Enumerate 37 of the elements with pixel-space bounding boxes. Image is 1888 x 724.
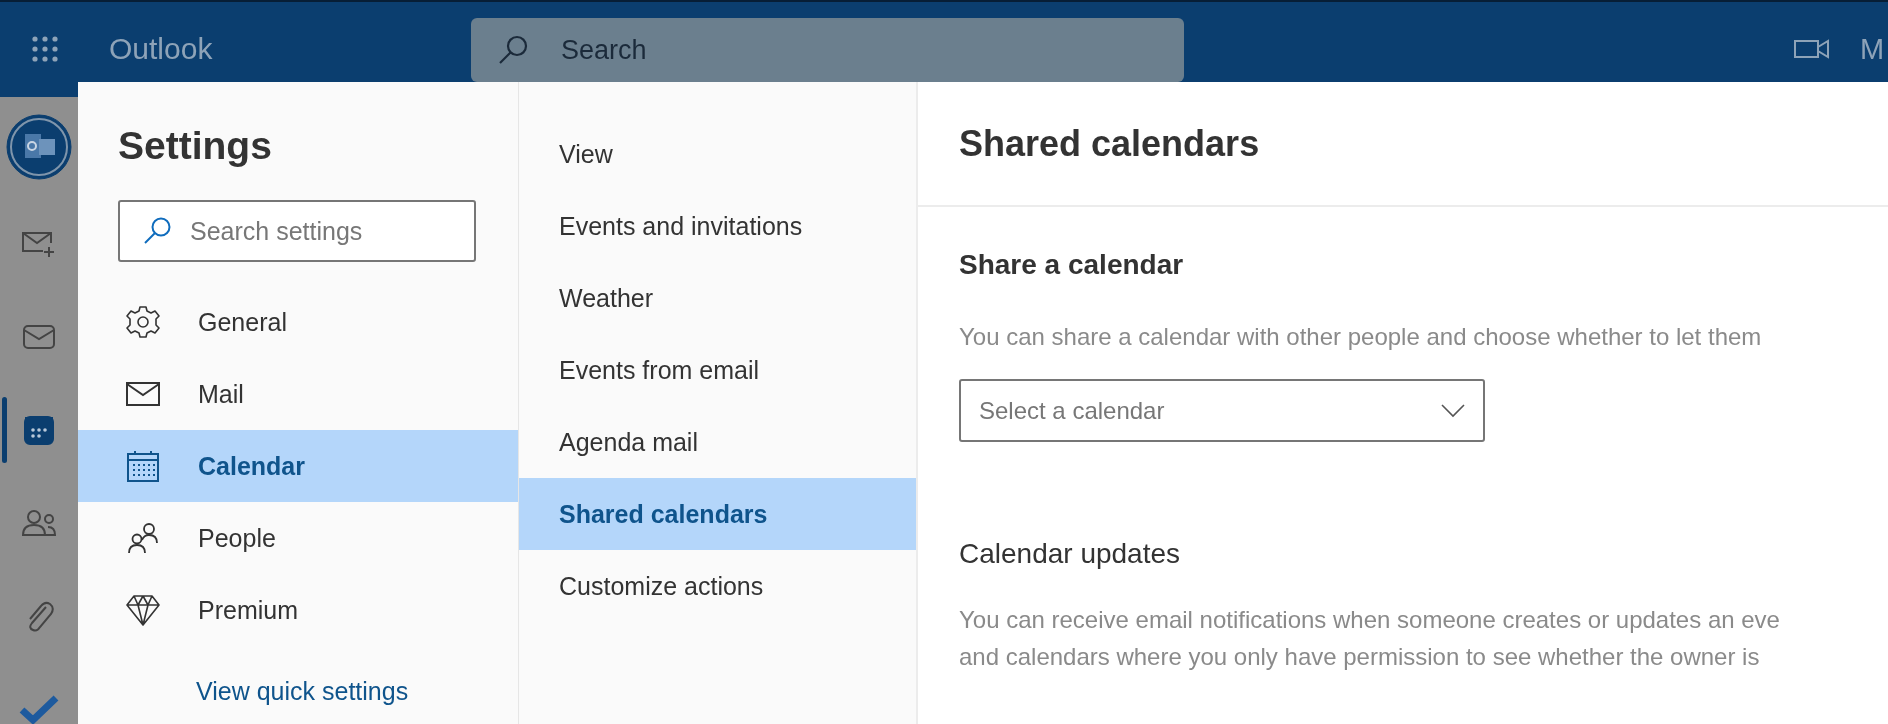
app-launcher-icon[interactable] bbox=[31, 35, 59, 63]
video-camera-icon[interactable] bbox=[1794, 38, 1830, 60]
settings-subsection[interactable]: Events from email bbox=[519, 334, 916, 406]
settings-category[interactable]: Premium bbox=[78, 574, 518, 646]
settings-subsection[interactable]: Weather bbox=[519, 262, 916, 334]
section-heading: Share a calendar bbox=[959, 249, 1185, 281]
search-settings-field[interactable]: Search settings bbox=[118, 200, 476, 262]
settings-subsection[interactable]: Customize actions bbox=[519, 550, 916, 622]
settings-category[interactable]: Mail bbox=[78, 358, 518, 430]
settings-title: Settings bbox=[118, 124, 273, 168]
section-heading: Calendar updates bbox=[959, 538, 1182, 570]
mail-icon[interactable] bbox=[22, 322, 56, 351]
settings-category[interactable]: People bbox=[78, 502, 518, 574]
calendar-icon[interactable] bbox=[24, 414, 54, 445]
people-icon bbox=[126, 522, 160, 554]
checkmark-icon[interactable] bbox=[19, 693, 59, 724]
app-name: Outlook bbox=[109, 32, 214, 66]
settings-subsection[interactable]: View bbox=[519, 118, 916, 190]
view-quick-settings-link[interactable]: View quick settings bbox=[196, 677, 518, 706]
page-title: Shared calendars bbox=[959, 122, 1260, 165]
search-field[interactable]: Search bbox=[471, 18, 1184, 82]
app-logo-icon[interactable] bbox=[5, 113, 73, 181]
calendar-icon bbox=[126, 450, 160, 482]
mail-icon bbox=[126, 382, 160, 406]
account-label[interactable]: M bbox=[1860, 32, 1888, 66]
settings-category[interactable]: General bbox=[78, 286, 518, 358]
description: You can share a calendar with other people and choose whether to let them bbox=[959, 323, 1763, 351]
settings-category[interactable]: Calendar bbox=[78, 430, 518, 502]
people-icon[interactable] bbox=[21, 508, 57, 537]
calendar-dropdown[interactable]: Select a calendar bbox=[959, 379, 1485, 442]
settings-subsection[interactable]: Shared calendars bbox=[519, 478, 916, 550]
settings-subsection[interactable]: Events and invitations bbox=[519, 190, 916, 262]
description: You can receive email notifications when someone creates or updates an eve and calendars where you only have permission to see whether the owner is bbox=[959, 605, 1781, 672]
gear-icon bbox=[126, 305, 160, 339]
settings-subsection[interactable]: Agenda mail bbox=[519, 406, 916, 478]
diamond-icon bbox=[126, 594, 160, 626]
chevron-down-icon bbox=[1441, 403, 1465, 418]
